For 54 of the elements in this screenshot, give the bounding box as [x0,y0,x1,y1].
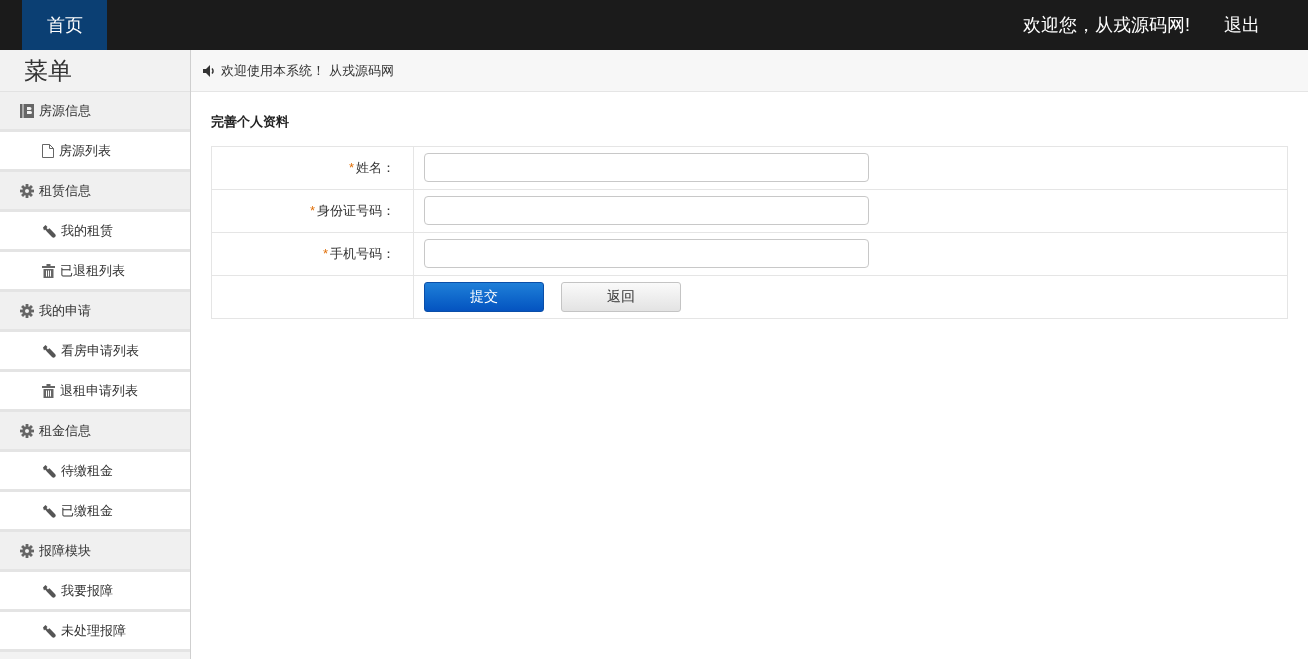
menu-item[interactable]: 看房申请列表 [0,332,190,372]
wrench-icon [42,463,56,478]
back-button[interactable]: 返回 [561,281,681,312]
notice-text: 欢迎使用本系统！ 从戎源码网 [221,61,394,80]
menu-item-label: 我要报障 [61,581,113,600]
menu-item[interactable]: 已退租列表 [0,252,190,292]
menu-item-label: 我的租赁 [61,221,113,240]
wrench-icon [42,223,56,238]
text-input[interactable] [424,153,869,182]
required-asterisk: * [348,158,354,177]
gear-icon [20,423,34,438]
book-icon [20,103,34,118]
gear-icon [20,303,34,318]
welcome-text: 欢迎您，从戎源码网! [1023,13,1190,37]
document-icon [42,143,54,158]
required-asterisk: * [322,244,328,263]
menu-item-label: 已缴租金 [61,501,113,520]
menu-item-label: 房源列表 [59,141,111,160]
field-label: 手机号码： [330,244,395,263]
trash-icon [42,383,55,398]
menu-item-label: 待缴租金 [61,461,113,480]
speaker-icon [203,64,217,77]
menu-item[interactable]: 已缴租金 [0,492,190,532]
gear-icon [20,183,34,198]
menu-item[interactable]: 待缴租金 [0,452,190,492]
home-tab[interactable]: 首页 [22,0,107,50]
menu-item[interactable]: 未处理报障 [0,612,190,652]
menu-item[interactable]: 房源列表 [0,132,190,172]
field-label: 身份证号码： [317,201,395,220]
menu-item[interactable]: 我的租赁 [0,212,190,252]
gear-icon [20,543,34,558]
wrench-icon [42,503,56,518]
menu-group-label: 租赁信息 [39,181,91,200]
form-title: 完善个人资料 [211,113,290,131]
required-asterisk: * [309,201,315,220]
menu-group-label: 报障模块 [39,541,91,560]
menu-group-label: 房源信息 [39,101,91,120]
text-input[interactable] [424,196,869,225]
wrench-icon [42,343,56,358]
field-label: 姓名： [356,158,395,177]
menu-item-label: 看房申请列表 [61,341,139,360]
menu-item[interactable]: 我要报障 [0,572,190,612]
menu-item[interactable]: 退租申请列表 [0,372,190,412]
wrench-icon [42,583,56,598]
logout-link[interactable]: 退出 [1224,11,1260,39]
submit-button[interactable]: 提交 [424,281,544,312]
menu-item-label: 已退租列表 [60,261,125,280]
wrench-icon [42,623,56,638]
menu-item-label: 未处理报障 [61,621,126,640]
menu-group-label: 我的申请 [39,301,91,320]
text-input[interactable] [424,239,869,268]
menu-item-label: 退租申请列表 [60,381,138,400]
menu-group-label: 租金信息 [39,421,91,440]
trash-icon [42,263,55,278]
